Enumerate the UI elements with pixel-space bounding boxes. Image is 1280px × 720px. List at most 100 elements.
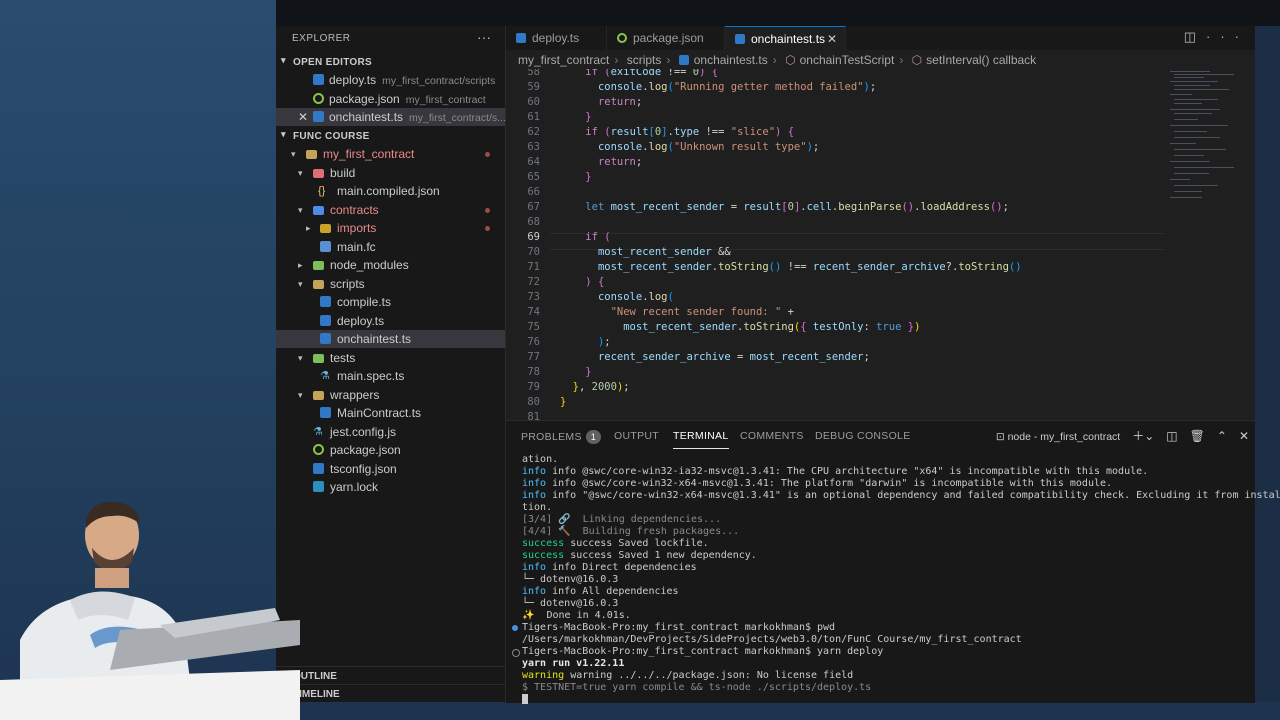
breadcrumb-item[interactable]: setInterval() callback [926, 53, 1036, 67]
chevron-down-icon: ▾ [298, 353, 303, 363]
tab-debug-console[interactable]: DEBUG CONSOLE [815, 430, 911, 442]
modified-dot [485, 208, 490, 213]
line-number: 73 [527, 291, 540, 303]
code-line: return; [597, 96, 643, 108]
terminal-line: info info @swc/core-win32-ia32-msvc@1.3.… [522, 466, 1149, 477]
terminal-line: success success Saved 1 new dependency. [522, 550, 757, 561]
open-editors-section[interactable]: ▾ OPEN EDITORS [276, 53, 505, 71]
line-number: 65 [527, 171, 540, 183]
chevron-right-icon: › [899, 53, 904, 67]
chevron-down-icon: ▾ [281, 55, 286, 65]
timeline-label: TIMELINE [293, 689, 340, 700]
open-editor-path: my_first_contract [405, 94, 486, 106]
folder-icon [313, 391, 324, 400]
tree-item-label: onchaintest.ts [337, 332, 412, 346]
tree-folder[interactable]: ▸ node_modules [276, 256, 505, 274]
close-icon[interactable]: ✕ [298, 108, 309, 124]
line-number: 60 [527, 96, 540, 108]
explorer-sidebar: EXPLORER ··· ▾ OPEN EDITORS deploy.ts my_… [276, 26, 506, 702]
minimap[interactable] [1166, 69, 1246, 219]
tree-file[interactable]: package.json [276, 441, 505, 459]
tree-file[interactable]: deploy.ts [276, 312, 505, 330]
tab-deploy[interactable]: deploy.ts [506, 26, 607, 50]
open-editor-item[interactable]: deploy.ts my_first_contract/scripts [276, 71, 505, 89]
terminal-line: warning warning ../../../package.json: N… [522, 670, 854, 681]
terminal-line: └─ dotenv@16.0.3 [522, 598, 619, 609]
tree-file[interactable]: tsconfig.json [276, 460, 505, 478]
command-decoration[interactable] [512, 625, 518, 631]
project-section[interactable]: ▾ FUNC COURSE [276, 127, 505, 145]
outline-section[interactable]: › OUTLINE [276, 666, 505, 685]
explorer-title: EXPLORER [292, 33, 351, 44]
line-number: 62 [527, 126, 540, 138]
tab-comments[interactable]: COMMENTS [740, 430, 804, 442]
close-tab-icon[interactable]: ✕ [827, 27, 837, 51]
tree-file[interactable]: ⚗ main.spec.ts [276, 367, 505, 385]
new-terminal-icon[interactable]: ＋⌄ [1132, 429, 1154, 443]
tree-folder[interactable]: ▸ imports [276, 219, 505, 237]
code-line: ); [597, 336, 611, 348]
code-line: if (result[0].type !== "slice") { [585, 126, 795, 138]
more-actions-icon[interactable]: ··· [1206, 29, 1249, 44]
line-number: 58 [527, 69, 540, 78]
tree-folder[interactable]: ▾ build [276, 164, 505, 182]
tab-terminal[interactable]: TERMINAL [673, 430, 729, 449]
typescript-file-icon [320, 296, 331, 307]
tree-folder[interactable]: ▾ contracts [276, 201, 505, 219]
breadcrumb-item[interactable]: onchaintest.ts [694, 53, 768, 67]
split-editor-icon[interactable]: ◫ [1184, 29, 1206, 44]
terminal-line: info info @swc/core-win32-x64-msvc@1.3.4… [522, 478, 1113, 489]
modified-dot [485, 152, 490, 157]
code-line: most_recent_sender.toString() !== recent… [597, 261, 1022, 273]
tree-file[interactable]: main.fc [276, 238, 505, 256]
tree-folder[interactable]: ▾ my_first_contract [276, 145, 505, 163]
line-number: 67 [527, 201, 540, 213]
breadcrumb-item[interactable]: scripts [627, 53, 662, 67]
open-editor-item[interactable]: package.json my_first_contract [276, 90, 505, 108]
tree-folder[interactable]: ▾ wrappers [276, 386, 505, 404]
tab-onchaintest[interactable]: onchaintest.ts ✕ [725, 26, 846, 51]
tab-problems[interactable]: PROBLEMS 1 [521, 430, 602, 444]
terminal-line-text: info Direct dependencies [552, 562, 697, 573]
line-number: 80 [527, 396, 540, 408]
breadcrumb-item[interactable]: onchainTestScript [800, 53, 895, 67]
code-editor[interactable]: 58 59 60 61 62 63 64 65 66 67 68 69 70 7… [506, 69, 1166, 420]
right-background [1255, 26, 1280, 720]
split-terminal-icon[interactable]: ◫ [1166, 429, 1177, 443]
terminal-line-text: info "@swc/core-win32-x64-msvc@1.3.41" i… [552, 490, 1280, 501]
maximize-panel-icon[interactable]: ⌃ [1217, 429, 1227, 443]
tree-file[interactable]: {} main.compiled.json [276, 182, 505, 200]
tree-file[interactable]: yarn.lock [276, 478, 505, 496]
tree-file[interactable]: MainContract.ts [276, 404, 505, 422]
tab-label: deploy.ts [532, 31, 580, 45]
tree-file[interactable]: compile.ts [276, 293, 505, 311]
tree-file[interactable]: onchaintest.ts [276, 330, 505, 348]
tab-label: OUTPUT [614, 430, 659, 442]
tree-folder[interactable]: ▾ tests [276, 349, 505, 367]
code-line: let most_recent_sender = result[0].cell.… [585, 201, 1009, 213]
close-panel-icon[interactable]: ✕ [1239, 429, 1249, 443]
open-editor-name: deploy.ts [329, 73, 377, 87]
line-number: 76 [527, 336, 540, 348]
tab-label: TERMINAL [673, 430, 729, 442]
tab-package-json[interactable]: package.json [607, 26, 725, 50]
command-decoration[interactable] [512, 649, 520, 657]
tree-file[interactable]: ⚗ jest.config.js [276, 423, 505, 441]
terminal-line-text: info All dependencies [552, 586, 679, 597]
tree-item-label: main.spec.ts [337, 369, 405, 383]
tree-item-label: main.compiled.json [337, 184, 440, 198]
tab-label: package.json [633, 31, 704, 45]
folder-icon [313, 169, 324, 178]
tree-folder[interactable]: ▾ scripts [276, 275, 505, 293]
trash-icon[interactable]: 🗑 [1190, 429, 1205, 443]
tab-output[interactable]: OUTPUT [614, 430, 659, 442]
more-actions-icon[interactable]: ··· [477, 29, 491, 45]
terminal-line: ✨ Done in 4.01s. [522, 610, 631, 621]
open-editor-item[interactable]: ✕ onchaintest.ts my_first_contract/s... [276, 108, 506, 126]
timeline-section[interactable]: › TIMELINE [276, 684, 505, 703]
line-number: 69 [527, 231, 540, 243]
line-number: 61 [527, 111, 540, 123]
breadcrumb-item[interactable]: my_first_contract [518, 53, 609, 67]
line-number: 74 [527, 306, 540, 318]
terminal-selector[interactable]: ⊡ node - my_first_contract [996, 431, 1120, 443]
